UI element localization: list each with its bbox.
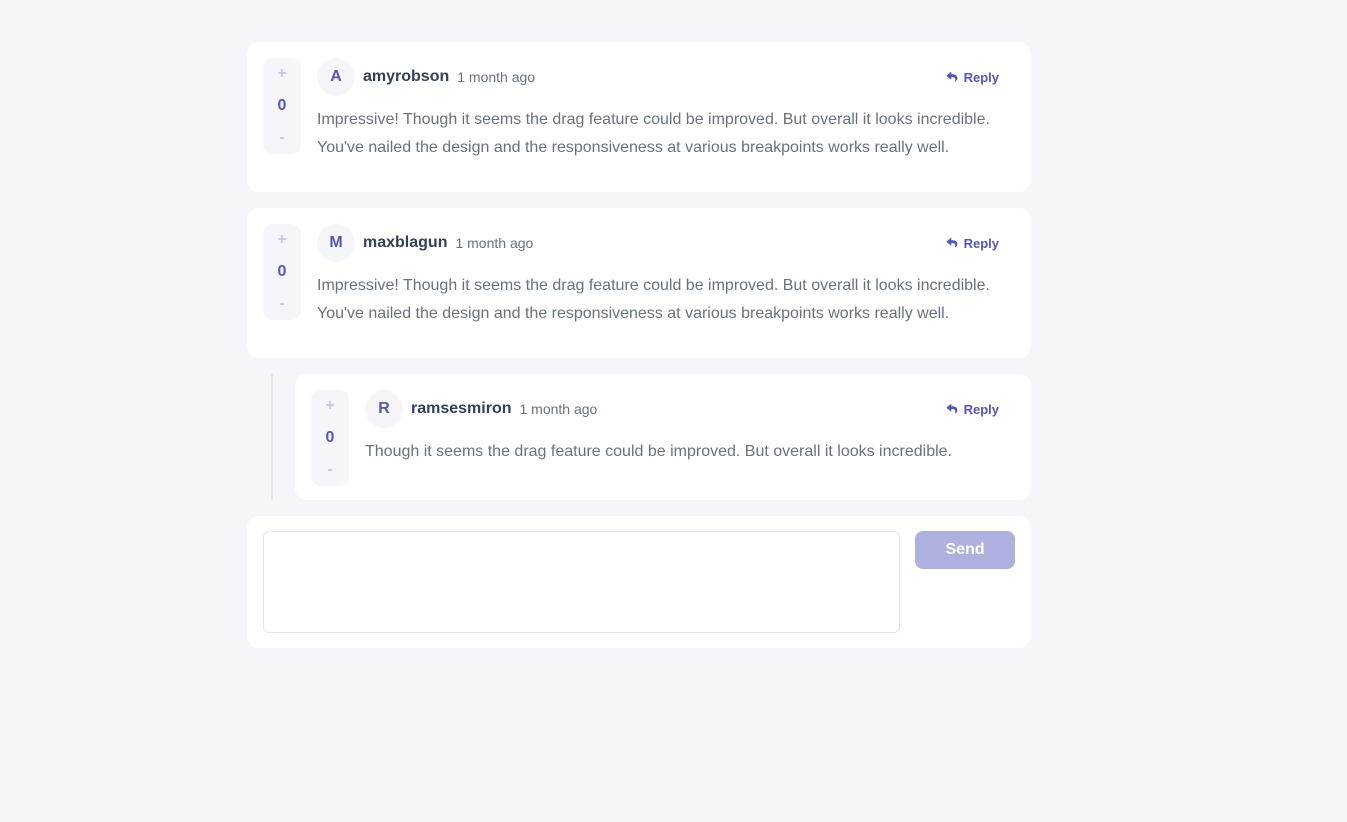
score-count: 0 <box>277 97 287 114</box>
comment-card: + 0 - R ramsesmiron 1 month ago Reply Th… <box>295 374 1031 500</box>
thread-line <box>271 374 273 500</box>
reply-label: Reply <box>963 235 999 251</box>
reply-button[interactable]: Reply <box>946 402 999 417</box>
upvote-button[interactable]: + <box>277 228 286 252</box>
comment-content: R ramsesmiron 1 month ago Reply Though i… <box>365 390 1015 484</box>
vote-widget: + 0 - <box>263 58 301 154</box>
reply-label: Reply <box>963 69 999 85</box>
reply-icon <box>946 404 957 414</box>
username: amyrobson <box>363 68 450 85</box>
vote-widget: + 0 - <box>263 224 301 320</box>
vote-widget: + 0 - <box>311 390 349 486</box>
comment-text: Impressive! Though it seems the drag fea… <box>317 111 990 156</box>
reply-label: Reply <box>963 401 999 417</box>
send-button[interactable]: Send <box>915 531 1015 569</box>
comment-card: + 0 - M maxblagun 1 month ago Reply Impr… <box>247 208 1031 358</box>
avatar: A <box>317 58 355 96</box>
reply-icon <box>946 238 957 248</box>
timestamp: 1 month ago <box>519 401 598 417</box>
reply-button[interactable]: Reply <box>946 70 999 85</box>
comment-card: + 0 - A amyrobson 1 month ago Reply Impr… <box>247 42 1031 192</box>
timestamp: 1 month ago <box>457 69 536 85</box>
reply-icon <box>946 72 957 82</box>
username: maxblagun <box>363 234 448 251</box>
timestamp: 1 month ago <box>455 235 534 251</box>
reply-button[interactable]: Reply <box>946 236 999 251</box>
comment-content: A amyrobson 1 month ago Reply Impressive… <box>317 58 1015 176</box>
downvote-button[interactable]: - <box>327 458 332 482</box>
comment-text: Impressive! Though it seems the drag fea… <box>317 277 990 322</box>
comment-input[interactable] <box>263 531 901 633</box>
comments-section: + 0 - A amyrobson 1 month ago Reply Impr… <box>247 42 1031 648</box>
username: ramsesmiron <box>411 400 512 417</box>
downvote-button[interactable]: - <box>279 126 284 150</box>
upvote-button[interactable]: + <box>277 62 286 86</box>
avatar: M <box>317 224 355 262</box>
score-count: 0 <box>325 429 335 446</box>
score-count: 0 <box>277 263 287 280</box>
reply-thread: + 0 - R ramsesmiron 1 month ago Reply Th… <box>271 374 1031 500</box>
upvote-button[interactable]: + <box>325 394 334 418</box>
avatar: R <box>365 390 403 428</box>
comment-header: A amyrobson 1 month ago Reply <box>317 58 1015 96</box>
comment-content: M maxblagun 1 month ago Reply Impressive… <box>317 224 1015 342</box>
comment-text: Though it seems the drag feature could b… <box>365 443 952 460</box>
comment-header: R ramsesmiron 1 month ago Reply <box>365 390 1015 428</box>
new-comment-form: Send <box>247 516 1031 648</box>
downvote-button[interactable]: - <box>279 292 284 316</box>
comment-header: M maxblagun 1 month ago Reply <box>317 224 1015 262</box>
